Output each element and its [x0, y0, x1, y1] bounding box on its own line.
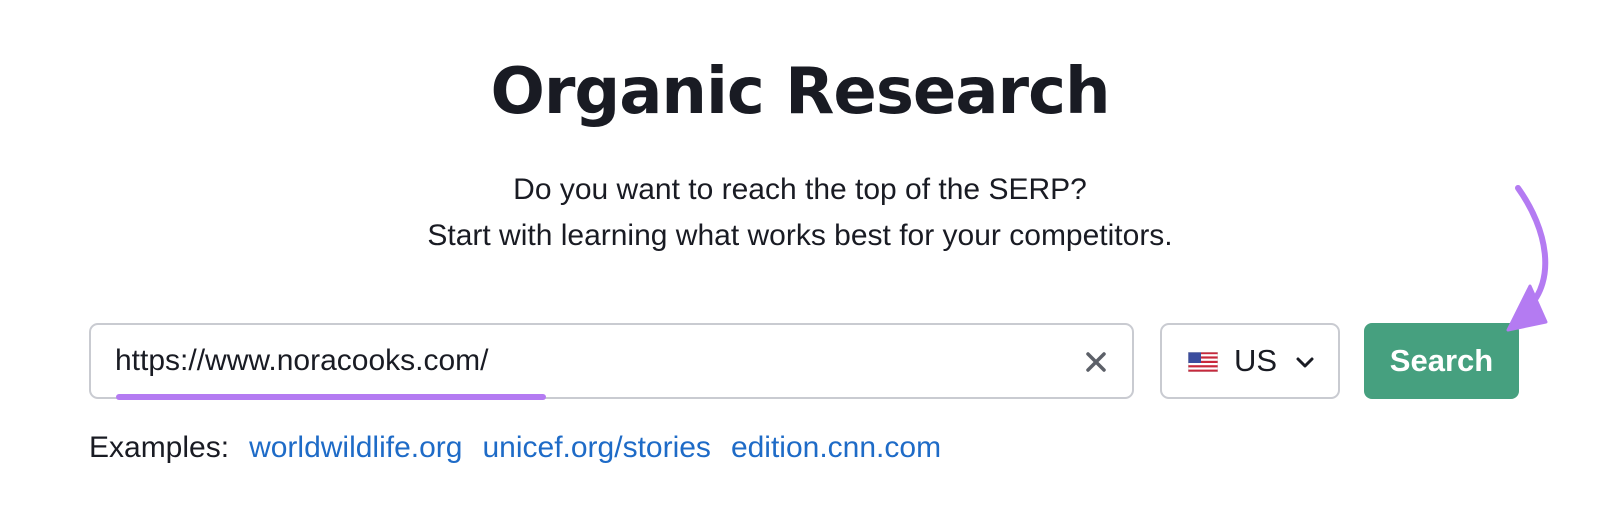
us-flag-icon — [1188, 352, 1218, 372]
example-link-worldwildlife[interactable]: worldwildlife.org — [249, 431, 462, 464]
close-icon[interactable] — [1080, 346, 1112, 378]
input-highlight-underline — [116, 394, 546, 400]
page-subtitle-line-1: Do you want to reach the top of the SERP… — [513, 173, 1087, 206]
country-select[interactable]: US — [1160, 323, 1340, 399]
domain-search-input[interactable] — [115, 335, 1045, 387]
examples-row: Examples: worldwildlife.org unicef.org/sto… — [89, 428, 961, 468]
search-button[interactable]: Search — [1364, 323, 1519, 399]
country-code-label: US — [1234, 343, 1278, 378]
pointer-arrow-icon — [1506, 185, 1549, 332]
page-subtitle-line-2: Start with learning what works best for … — [427, 219, 1173, 252]
domain-search-field[interactable] — [89, 323, 1134, 399]
examples-label: Examples: — [89, 431, 230, 464]
example-link-unicef[interactable]: unicef.org/stories — [482, 431, 710, 464]
example-link-cnn[interactable]: edition.cnn.com — [731, 431, 941, 464]
page-title: Organic Research — [490, 55, 1110, 129]
chevron-down-icon — [1296, 357, 1314, 368]
